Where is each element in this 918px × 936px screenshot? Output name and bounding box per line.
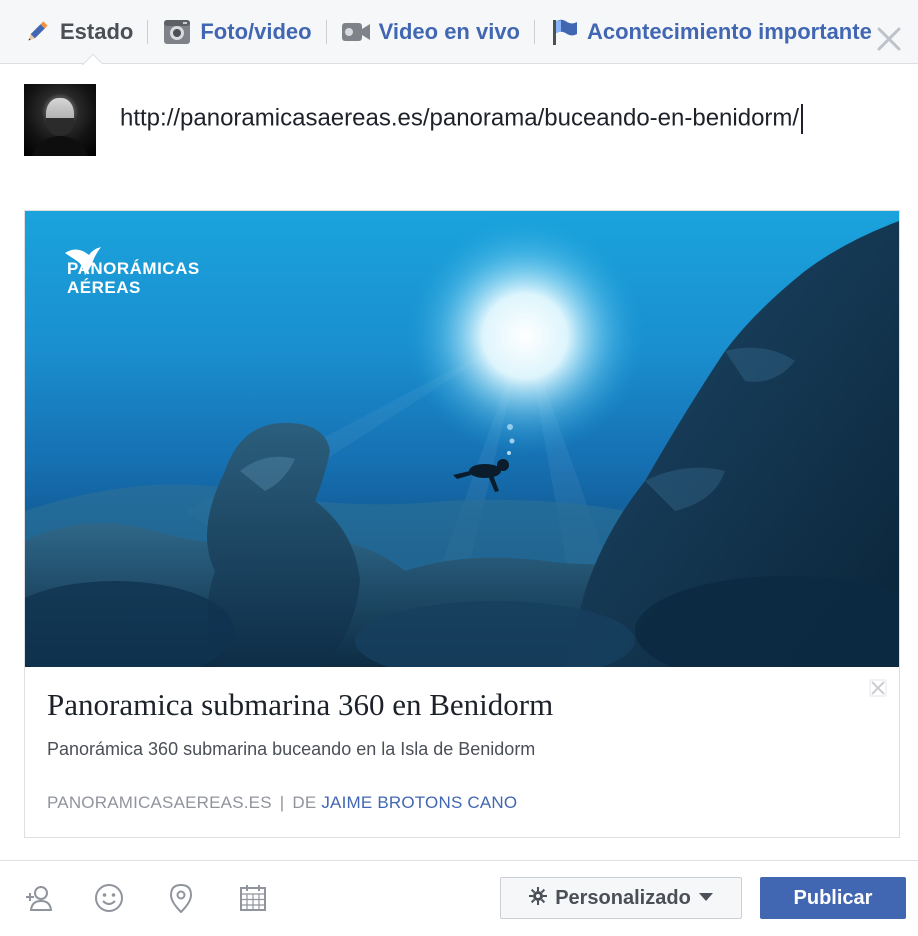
tab-divider	[147, 19, 149, 44]
status-input-text: http://panoramicasaereas.es/panorama/buc…	[120, 104, 800, 132]
location-icon[interactable]	[166, 883, 196, 913]
preview-image: PANORÁMICAS AÉREAS	[25, 211, 899, 667]
preview-body: Panoramica submarina 360 en Benidorm Pan…	[25, 667, 899, 837]
text-caret	[801, 104, 804, 134]
tab-foto-video-label: Foto/video	[200, 18, 312, 44]
tab-estado[interactable]: Estado	[22, 0, 133, 64]
preview-by: DE	[292, 793, 317, 812]
flag-icon	[549, 17, 579, 47]
tab-divider	[325, 19, 327, 44]
tab-acontecimiento-label: Acontecimiento importante	[587, 18, 872, 44]
tab-video-en-vivo[interactable]: Video en vivo	[341, 0, 520, 64]
meta-separator: |	[279, 793, 285, 812]
tag-friends-icon[interactable]	[24, 883, 54, 913]
camera-icon	[162, 17, 192, 47]
brand-line-2: AÉREAS	[67, 278, 141, 297]
tab-divider	[534, 19, 535, 44]
preview-title: Panoramica submarina 360 en Benidorm	[47, 687, 554, 722]
brand-logo: PANORÁMICAS AÉREAS	[63, 243, 200, 297]
privacy-selector-button[interactable]: Personalizado	[500, 877, 742, 919]
privacy-label: Personalizado	[555, 886, 691, 909]
preview-meta: PANORAMICASAEREAS.ES | DE JAIME BROTONS CA…	[47, 793, 517, 813]
preview-author-link[interactable]: JAIME BROTONS CANO	[321, 793, 517, 812]
pencil-icon	[22, 17, 52, 47]
composer-footer: Personalizado Publicar	[0, 860, 918, 936]
video-camera-icon	[341, 17, 371, 47]
publish-button[interactable]: Publicar	[760, 877, 906, 919]
preview-description: Panorámica 360 submarina buceando en la …	[47, 739, 536, 759]
tab-video-en-vivo-label: Video en vivo	[378, 18, 520, 44]
composer-tabs: Estado Foto/video Video en vivo Aconteci…	[0, 0, 918, 64]
active-tab-indicator	[82, 53, 102, 65]
tab-estado-label: Estado	[60, 18, 134, 44]
preview-domain: PANORAMICASAEREAS.ES	[47, 793, 272, 812]
remove-preview-icon[interactable]	[869, 679, 887, 697]
avatar	[24, 84, 96, 156]
link-preview-card[interactable]: PANORÁMICAS AÉREAS Panoramica submarina …	[24, 210, 900, 838]
close-icon[interactable]	[874, 24, 904, 54]
chevron-down-icon	[698, 889, 713, 907]
calendar-icon[interactable]	[238, 883, 268, 913]
status-input[interactable]: http://panoramicasaereas.es/panorama/buc…	[120, 104, 880, 138]
feeling-icon[interactable]	[94, 883, 124, 913]
tab-foto-video[interactable]: Foto/video	[162, 0, 312, 64]
tab-acontecimiento[interactable]: Acontecimiento importante	[549, 0, 872, 64]
gear-icon	[529, 886, 548, 910]
